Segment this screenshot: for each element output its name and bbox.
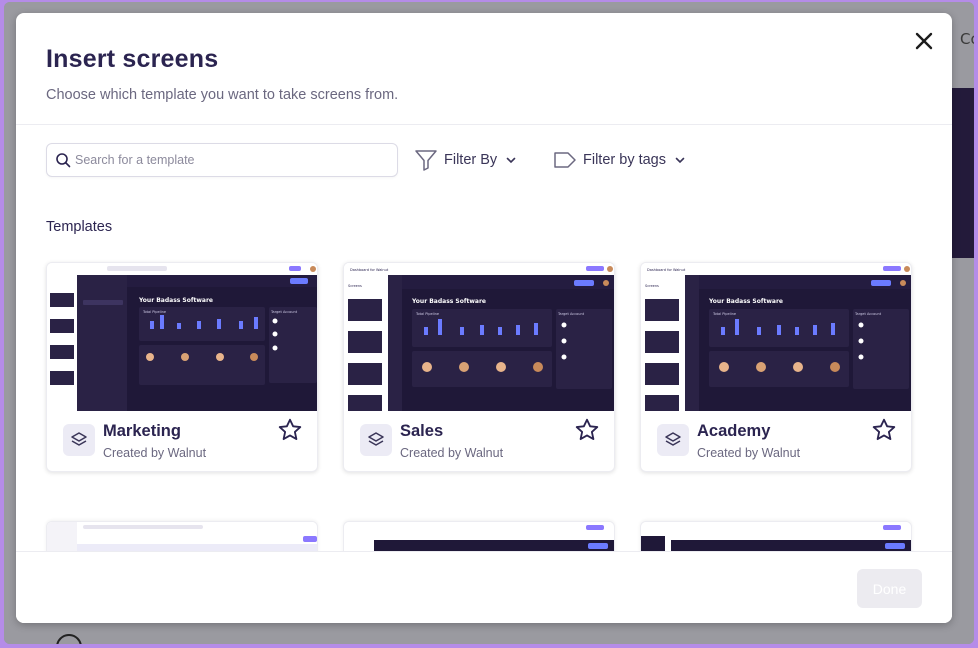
- chevron-down-icon: [675, 157, 685, 164]
- card-title: Academy: [697, 422, 771, 440]
- template-thumbnail: Dashboard for Walnut Screens Your Badass…: [641, 263, 911, 411]
- search-input[interactable]: [75, 145, 390, 175]
- svg-text:Target Account: Target Account: [854, 312, 882, 316]
- done-button[interactable]: Done: [857, 569, 922, 608]
- svg-text:Target Account: Target Account: [557, 312, 585, 316]
- svg-text:Screens: Screens: [348, 284, 362, 288]
- favorite-button[interactable]: [574, 417, 600, 443]
- filter-by-tags-label: Filter by tags: [583, 152, 666, 168]
- card-title: Sales: [400, 422, 444, 440]
- search-icon: [56, 153, 71, 168]
- card-creator: Created by Walnut: [400, 446, 504, 460]
- svg-text:Target Account: Target Account: [270, 310, 298, 314]
- svg-text:Your Badass Software: Your Badass Software: [138, 297, 213, 304]
- svg-text:Total Pipeline: Total Pipeline: [142, 310, 166, 314]
- modal-subtitle: Choose which template you want to take s…: [46, 87, 399, 103]
- filter-by-label: Filter By: [444, 152, 498, 168]
- svg-text:Total Pipeline: Total Pipeline: [712, 312, 736, 316]
- background-preview: [950, 88, 974, 258]
- modal-title: Insert screens: [46, 45, 219, 73]
- tag-icon: [554, 152, 576, 168]
- layers-icon: [63, 424, 95, 456]
- svg-text:Total Pipeline: Total Pipeline: [415, 312, 439, 316]
- star-icon: [278, 418, 302, 441]
- card-footer: Marketing Created by Walnut: [47, 411, 317, 471]
- modal-footer: Done: [16, 551, 952, 623]
- filter-by-tags-dropdown[interactable]: Filter by tags: [553, 147, 686, 173]
- background-tab: Co: [960, 30, 974, 48]
- close-button[interactable]: [912, 29, 936, 53]
- chevron-down-icon: [506, 157, 516, 164]
- thumb-app-title: Dashboard for Walnut: [350, 268, 389, 272]
- card-creator: Created by Walnut: [697, 446, 801, 460]
- search-box: [46, 143, 398, 177]
- layers-icon: [657, 424, 689, 456]
- favorite-button[interactable]: [871, 417, 897, 443]
- svg-text:Your Badass Software: Your Badass Software: [411, 298, 486, 305]
- svg-text:Your Badass Software: Your Badass Software: [708, 298, 783, 305]
- template-card-sales[interactable]: Dashboard for Walnut Screens Your Badass…: [343, 262, 615, 472]
- card-footer: Academy Created by Walnut: [641, 411, 911, 471]
- template-thumbnail: Your Badass Software Total Pipeline Targ…: [47, 263, 317, 411]
- card-title: Marketing: [103, 422, 181, 440]
- layers-icon: [360, 424, 392, 456]
- toolbar: Filter By Filter by tags: [16, 125, 952, 195]
- filter-by-dropdown[interactable]: Filter By: [414, 147, 517, 173]
- star-icon: [872, 418, 896, 441]
- card-footer: Sales Created by Walnut: [344, 411, 614, 471]
- modal-header: Insert screens Choose which template you…: [16, 13, 952, 125]
- favorite-button[interactable]: [277, 417, 303, 443]
- close-icon: [915, 32, 933, 50]
- card-creator: Created by Walnut: [103, 446, 207, 460]
- template-card-marketing[interactable]: Your Badass Software Total Pipeline Targ…: [46, 262, 318, 472]
- svg-text:Screens: Screens: [645, 284, 659, 288]
- thumb-app-title: Dashboard for Walnut: [647, 268, 686, 272]
- template-card-academy[interactable]: Dashboard for Walnut Screens Your Badass…: [640, 262, 912, 472]
- template-thumbnail: Dashboard for Walnut Screens Your Badass…: [344, 263, 614, 411]
- insert-screens-modal: Insert screens Choose which template you…: [16, 13, 952, 623]
- filter-icon: [415, 150, 437, 171]
- templates-section-label: Templates: [46, 219, 113, 235]
- star-icon: [575, 418, 599, 441]
